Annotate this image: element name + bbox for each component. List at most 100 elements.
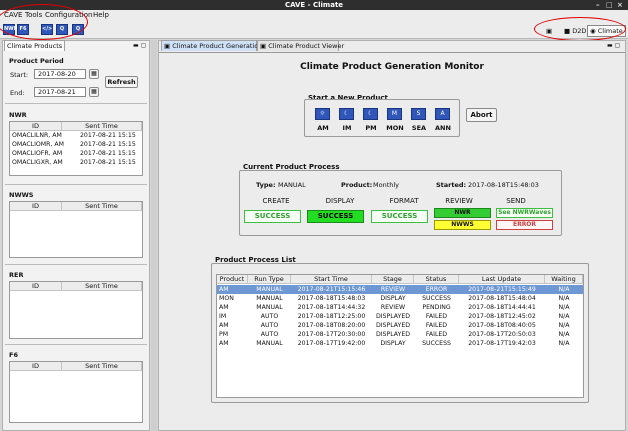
pm-product-icon[interactable]: ☾ <box>363 108 378 120</box>
table-row[interactable]: AM MANUAL 2017-08-18T14:44:32 REVIEW PEN… <box>217 303 583 312</box>
col-last-update[interactable]: Last Update <box>459 275 545 284</box>
column-header-id[interactable]: ID <box>10 282 62 291</box>
cell-waiting: N/A <box>558 313 570 320</box>
nwr-row-id[interactable]: OMACLILNR, AM <box>12 132 62 140</box>
nwr-row-time[interactable]: 2017-08-21 15:15 <box>80 159 136 167</box>
abort-button[interactable]: Abort <box>466 108 497 122</box>
cell-run-type: MANUAL <box>256 295 283 302</box>
minimize-button[interactable]: – <box>596 0 600 10</box>
cell-run-type: MANUAL <box>256 286 283 293</box>
review-nwr-status[interactable]: NWR <box>434 208 491 218</box>
process-list-group: Product Run Type Start Time Stage Status… <box>211 263 589 403</box>
cell-run-type: AUTO <box>260 322 279 329</box>
rer-table: ID Sent Time <box>9 281 143 339</box>
cell-last-update: 2017-08-18T14:44:41 <box>468 304 536 311</box>
format-status[interactable]: SUCCESS <box>371 210 428 223</box>
review-nwws-status[interactable]: NWWS <box>434 220 491 230</box>
create-status[interactable]: SUCCESS <box>244 210 301 223</box>
start-date-field[interactable]: 2017-08-20 <box>34 69 86 79</box>
col-product[interactable]: Product <box>217 275 248 284</box>
table-row[interactable]: PM AUTO 2017-08-17T20:30:00 DISPLAYED FA… <box>217 330 583 339</box>
im-product-label: IM <box>342 124 352 132</box>
col-waiting[interactable]: Waiting <box>545 275 583 284</box>
tab-product-viewer[interactable]: ▣ Climate Product Viewer <box>257 40 344 51</box>
product-value: Monthly <box>373 181 400 189</box>
climate-main-panel: ▣ Climate Product Generation ▣ Climate P… <box>158 40 626 431</box>
refresh-button[interactable]: Refresh <box>105 76 138 88</box>
table-row-selected[interactable]: AM MANUAL 2017-08-21T15:15:46 REVIEW ERR… <box>217 285 583 294</box>
calendar-end-icon[interactable]: ▦ <box>89 87 99 97</box>
product-period-label: Product Period <box>9 57 64 65</box>
tab-product-generation[interactable]: ▣ Climate Product Generation <box>161 40 262 51</box>
table-row[interactable]: MON MANUAL 2017-08-18T15:48:03 DISPLAY S… <box>217 294 583 303</box>
nwr-row-time[interactable]: 2017-08-21 15:15 <box>80 141 136 149</box>
mon-product-icon[interactable]: M <box>387 108 402 120</box>
divider <box>5 184 147 185</box>
monitor-title: Climate Product Generation Monitor <box>300 62 484 72</box>
cell-waiting: N/A <box>558 322 570 329</box>
column-header-sent-time[interactable]: Sent Time <box>62 122 142 131</box>
end-label: End: <box>10 89 25 97</box>
cell-product: AM <box>219 322 229 329</box>
close-button[interactable]: × <box>617 0 623 10</box>
column-header-id[interactable]: ID <box>10 362 62 371</box>
column-header-id[interactable]: ID <box>10 122 62 131</box>
tab-climate-products[interactable]: Climate Products <box>4 40 66 51</box>
table-row[interactable]: IM AUTO 2017-08-18T12:25:00 DISPLAYED FA… <box>217 312 583 321</box>
cell-stage: DISPLAYED <box>375 322 411 329</box>
cell-product: MON <box>219 295 234 302</box>
nwr-row-id[interactable]: OMACLIOFR, AM <box>12 150 62 158</box>
nwr-table: ID Sent Time OMACLILNR, AM 2017-08-21 15… <box>9 121 143 176</box>
nwr-row-time[interactable]: 2017-08-21 15:15 <box>80 150 136 158</box>
nwr-row-time[interactable]: 2017-08-21 15:15 <box>80 132 136 140</box>
cell-start-time: 2017-08-17T19:42:00 <box>297 340 366 347</box>
cell-stage: DISPLAY <box>380 295 406 302</box>
send-error-status[interactable]: ERROR <box>496 220 553 230</box>
current-process-group: Type: MANUAL Product: Monthly Started: 2… <box>239 170 562 236</box>
send-nwr-status[interactable]: See NWRWaves <box>496 208 553 218</box>
column-header-sent-time[interactable]: Sent Time <box>62 282 142 291</box>
ann-product-icon[interactable]: A <box>435 108 450 120</box>
cell-status: FAILED <box>425 331 448 338</box>
cell-status: SUCCESS <box>422 295 451 302</box>
maximize-button[interactable]: □ <box>606 0 613 10</box>
end-date-field[interactable]: 2017-08-21 <box>34 87 86 97</box>
mon-product-label: MON <box>386 124 404 132</box>
cell-last-update: 2017-08-17T19:42:03 <box>468 340 536 347</box>
tab-product-generation-label: Climate Product Generation <box>172 42 263 50</box>
menu-help[interactable]: Help <box>93 11 109 19</box>
im-product-icon[interactable]: ☾ <box>339 108 354 120</box>
maximize-panel-icon[interactable]: ▬ ▢ <box>607 42 620 49</box>
panel-splitter[interactable] <box>151 40 157 431</box>
cell-start-time: 2017-08-17T20:30:00 <box>297 331 366 338</box>
tab-product-viewer-label: Climate Product Viewer <box>268 42 345 50</box>
display-status[interactable]: SUCCESS <box>307 210 364 223</box>
cell-waiting: N/A <box>558 340 570 347</box>
f6-table: ID Sent Time <box>9 361 143 423</box>
calendar-start-icon[interactable]: ▦ <box>89 69 99 79</box>
minimize-panel-icon[interactable]: ▬ ▢ <box>133 42 146 49</box>
nwr-row-id[interactable]: OMACLIGXR, AM <box>12 159 63 167</box>
start-new-product-group: ☼ AM ☾ IM ☾ PM M MON S SEA A ANN <box>304 99 460 137</box>
divider <box>5 264 147 265</box>
window-titlebar: CAVE - Climate – □ × <box>0 0 628 10</box>
col-run-type[interactable]: Run Type <box>248 275 291 284</box>
column-header-id[interactable]: ID <box>10 202 62 211</box>
cell-product: PM <box>219 331 229 338</box>
table-row[interactable]: AM AUTO 2017-08-18T08:20:00 DISPLAYED FA… <box>217 321 583 330</box>
column-header-sent-time[interactable]: Sent Time <box>62 362 142 371</box>
column-header-sent-time[interactable]: Sent Time <box>62 202 142 211</box>
sea-product-icon[interactable]: S <box>411 108 426 120</box>
cell-waiting: N/A <box>558 295 570 302</box>
table-row[interactable]: AM MANUAL 2017-08-17T19:42:00 DISPLAY SU… <box>217 339 583 348</box>
cell-product: AM <box>219 340 229 347</box>
cell-status: PENDING <box>422 304 451 311</box>
start-label: Start: <box>10 71 29 79</box>
col-status[interactable]: Status <box>414 275 459 284</box>
cell-waiting: N/A <box>558 286 570 293</box>
col-start-time[interactable]: Start Time <box>291 275 372 284</box>
am-product-icon[interactable]: ☼ <box>315 108 330 120</box>
cell-last-update: 2017-08-18T15:48:04 <box>468 295 536 302</box>
nwr-row-id[interactable]: OMACLIOMR, AM <box>12 141 64 149</box>
col-stage[interactable]: Stage <box>372 275 414 284</box>
